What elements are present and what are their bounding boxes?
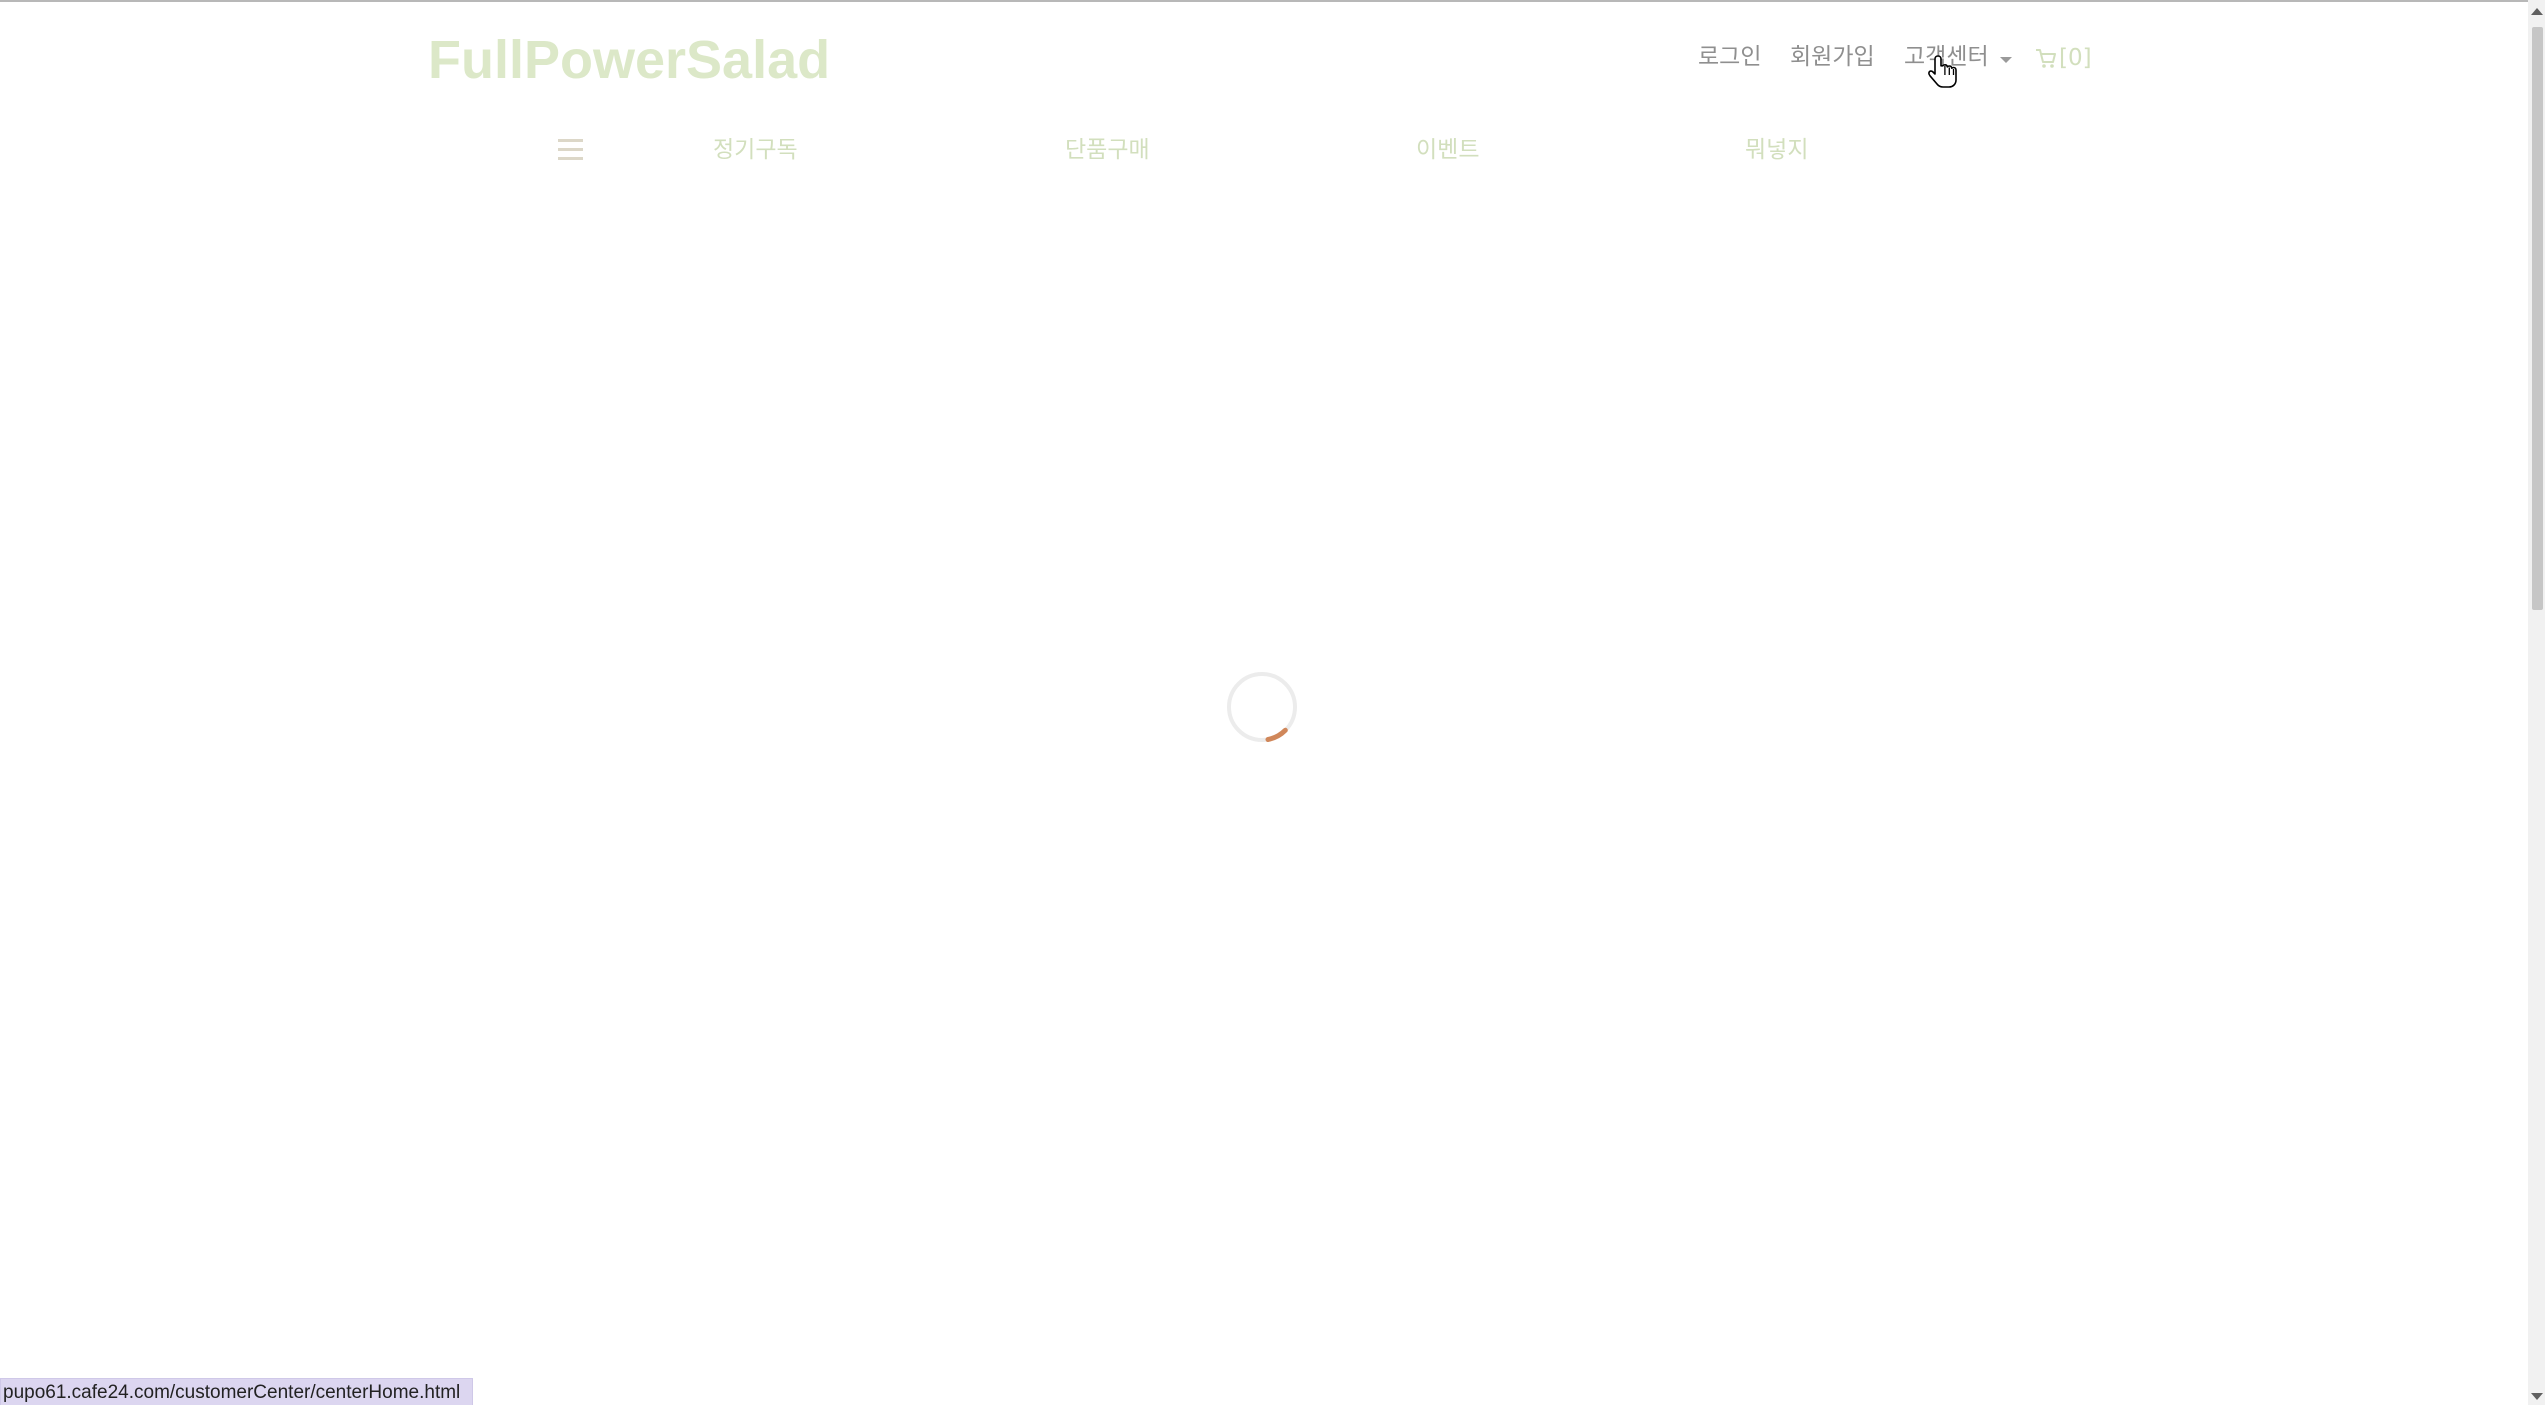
cart-link[interactable]: [0] (2035, 41, 2092, 75)
hand-pointer-cursor (1928, 55, 1957, 88)
window-top-border (0, 0, 2545, 2)
scrollbar-thumb[interactable] (2532, 27, 2543, 610)
login-link[interactable]: 로그인 (1698, 40, 1761, 74)
scroll-down-arrow-icon[interactable] (2531, 1393, 2543, 1400)
cart-icon (2036, 49, 2056, 68)
loading-spinner-icon (1227, 672, 1297, 742)
nav-item-single-purchase[interactable]: 단품구매 (1065, 132, 1150, 168)
status-bar-url: pupo61.cafe24.com/customerCenter/centerH… (0, 1378, 474, 1405)
site-logo[interactable]: FullPowerSalad (428, 28, 830, 92)
caret-down-icon (2000, 57, 2012, 63)
cart-count: [0] (2059, 45, 2092, 71)
hamburger-menu-icon[interactable] (558, 139, 583, 161)
nav-item-event[interactable]: 이벤트 (1416, 132, 1479, 168)
nav-item-recipe[interactable]: 뭐넣지 (1745, 132, 1808, 168)
scroll-up-arrow-icon[interactable] (2531, 8, 2543, 15)
nav-item-subscription[interactable]: 정기구독 (713, 132, 798, 168)
signup-link[interactable]: 회원가입 (1790, 40, 1875, 74)
